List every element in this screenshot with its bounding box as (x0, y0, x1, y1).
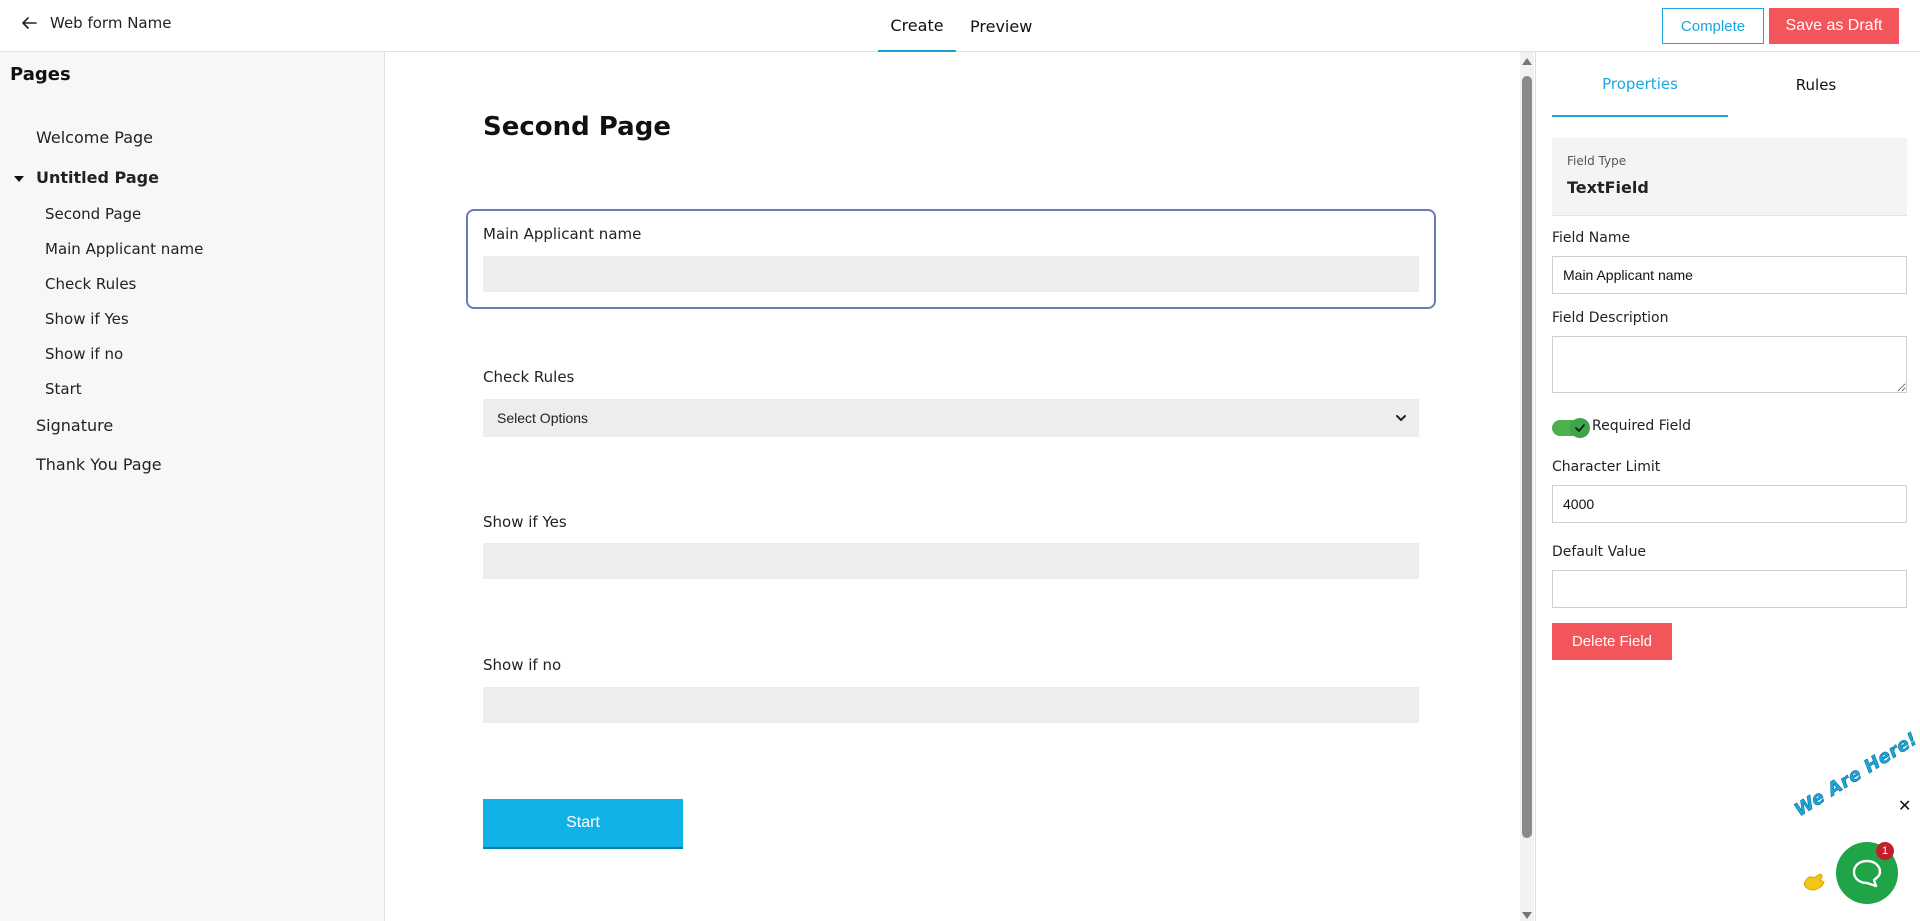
sidebar-subitem-main-applicant-name[interactable]: Main Applicant name (45, 240, 203, 258)
delete-field-button[interactable]: Delete Field (1552, 623, 1672, 660)
field-description-label: Field Description (1552, 310, 1669, 326)
arrow-left-icon (22, 17, 37, 29)
form-name-label: Web form Name (50, 14, 172, 32)
default-value-label: Default Value (1552, 544, 1647, 560)
sidebar-subitem-check-rules[interactable]: Check Rules (45, 275, 136, 293)
sidebar-subitem-show-if-no[interactable]: Show if no (45, 345, 123, 363)
sidebar-subitem-second-page[interactable]: Second Page (45, 205, 141, 223)
tab-preview[interactable]: Preview (956, 0, 1046, 52)
properties-panel: Properties Rules Field Type TextField Fi… (1535, 52, 1920, 921)
check-rules-select[interactable]: Select Options (483, 399, 1419, 437)
field-label-show-if-no: Show if no (483, 656, 562, 674)
tab-create[interactable]: Create (878, 0, 956, 52)
field-label-main-applicant-name: Main Applicant name (483, 225, 642, 243)
sidebar-subitem-start[interactable]: Start (45, 380, 82, 398)
chat-close-icon[interactable]: ✕ (1898, 796, 1911, 815)
form-canvas: Second Page Main Applicant name Check Ru… (386, 52, 1520, 921)
field-label-show-if-yes: Show if Yes (483, 513, 567, 531)
character-limit-input[interactable] (1552, 485, 1907, 523)
required-field-label: Required Field (1592, 418, 1692, 434)
scroll-up-arrow-icon[interactable] (1522, 58, 1532, 65)
field-label-check-rules: Check Rules (483, 368, 575, 386)
chat-notification-badge: 1 (1876, 842, 1894, 860)
sidebar-item-thank-you-page[interactable]: Thank You Page (36, 455, 162, 474)
field-type-value: TextField (1567, 178, 1649, 197)
top-header: Web form Name Create Preview Complete Sa… (0, 0, 1920, 52)
field-name-input[interactable] (1552, 256, 1907, 294)
toggle-knob (1570, 418, 1590, 438)
scroll-thumb[interactable] (1522, 76, 1532, 838)
caret-down-icon[interactable] (14, 176, 24, 182)
sidebar-subitem-show-if-yes[interactable]: Show if Yes (45, 310, 129, 328)
sidebar-item-untitled-page[interactable]: Untitled Page (36, 168, 159, 187)
show-if-no-input[interactable] (483, 687, 1419, 723)
back-button[interactable]: Web form Name (20, 14, 171, 32)
chevron-down-icon (1396, 415, 1406, 421)
character-limit-label: Character Limit (1552, 459, 1661, 475)
required-field-toggle[interactable] (1552, 418, 1590, 438)
canvas-scrollbar[interactable] (1520, 52, 1534, 921)
sidebar-item-signature[interactable]: Signature (36, 416, 113, 435)
tab-properties[interactable]: Properties (1552, 52, 1728, 117)
default-value-input[interactable] (1552, 570, 1907, 608)
save-as-draft-button[interactable]: Save as Draft (1769, 8, 1899, 44)
chat-bubble-icon (1852, 859, 1882, 888)
complete-button[interactable]: Complete (1662, 8, 1764, 44)
tab-rules[interactable]: Rules (1728, 52, 1904, 117)
waving-hand-icon (1803, 873, 1825, 891)
start-button[interactable]: Start (483, 799, 683, 849)
field-type-box: Field Type TextField (1552, 138, 1907, 216)
pages-sidebar: Pages Welcome Page Untitled Page Second … (0, 52, 385, 921)
sidebar-item-welcome-page[interactable]: Welcome Page (36, 128, 153, 147)
page-title: Second Page (483, 112, 671, 142)
mode-tabs: Create Preview (878, 0, 1046, 52)
pages-title: Pages (10, 64, 71, 85)
check-icon (1575, 424, 1585, 432)
select-placeholder: Select Options (497, 410, 589, 426)
field-type-label: Field Type (1567, 154, 1627, 168)
main-applicant-name-input[interactable] (483, 256, 1419, 292)
field-description-textarea[interactable] (1552, 336, 1907, 393)
show-if-yes-input[interactable] (483, 543, 1419, 579)
scroll-down-arrow-icon[interactable] (1522, 912, 1532, 919)
field-name-label: Field Name (1552, 230, 1631, 246)
